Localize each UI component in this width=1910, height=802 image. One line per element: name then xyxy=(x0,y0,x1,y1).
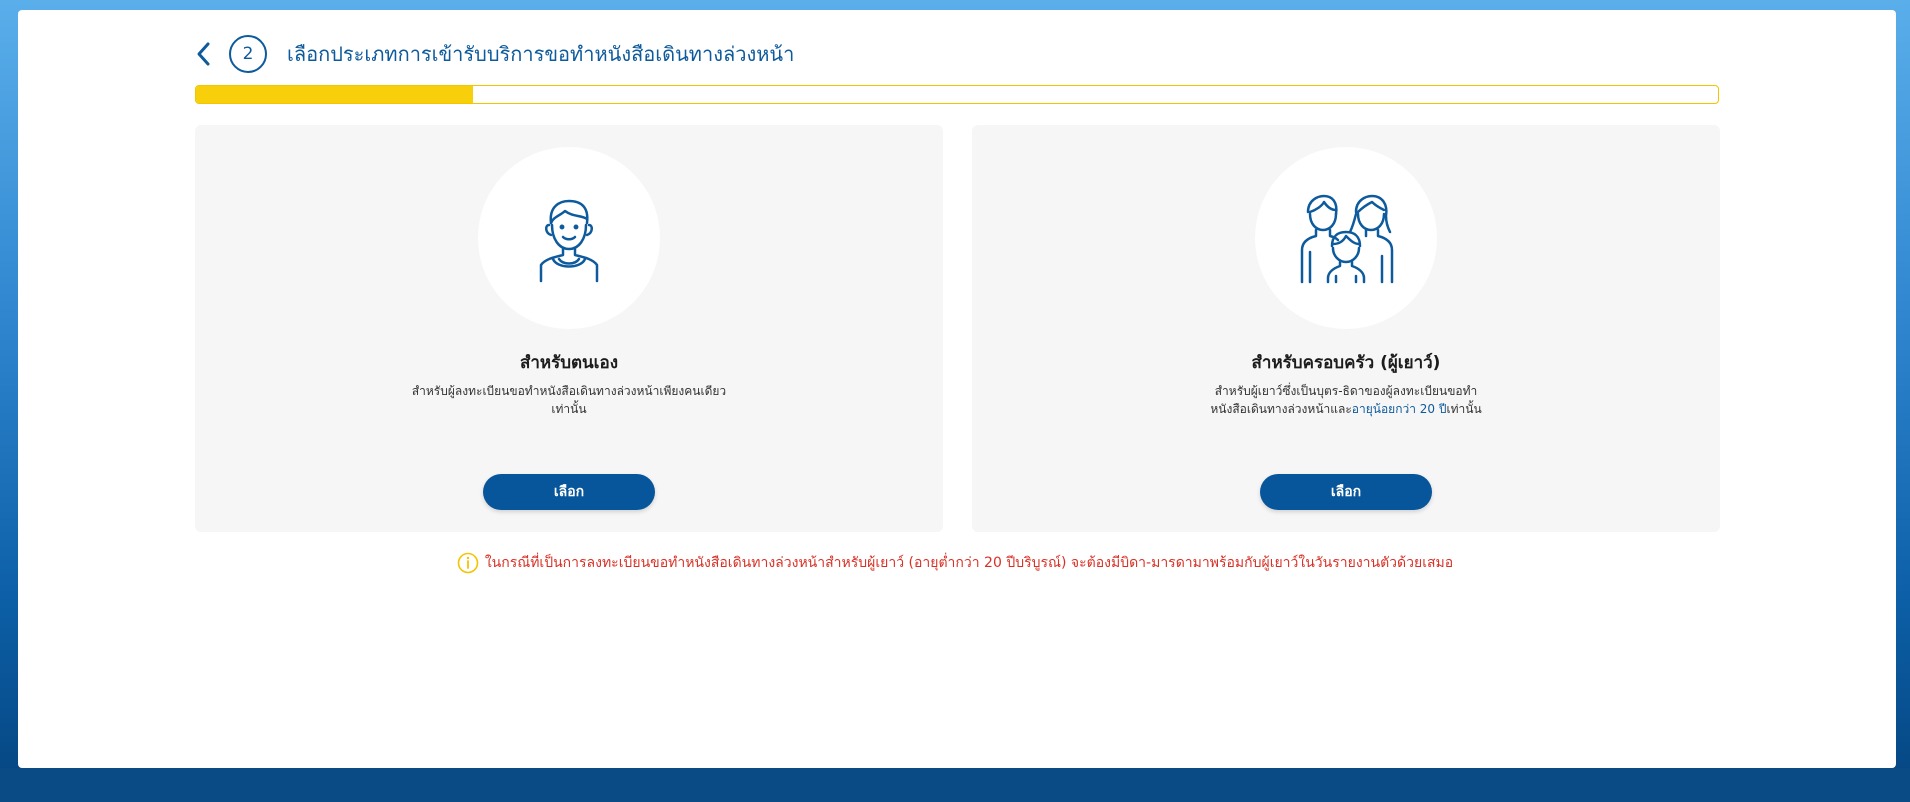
age-highlight: อายุน้อยกว่า 20 ปี xyxy=(1351,402,1447,416)
option-card-family: สำหรับครอบครัว (ผู้เยาว์) สำหรับผู้เยาว์… xyxy=(972,125,1720,532)
footer-bar xyxy=(0,768,1910,802)
card-description: สำหรับผู้เยาว์ซึ่งเป็นบุตร-ธิดาของผู้ลงท… xyxy=(1181,382,1511,418)
page-header: 2 เลือกประเภทการเข้ารับบริการขอทำหนังสือ… xyxy=(195,33,794,75)
step-number: 2 xyxy=(242,44,254,64)
card-description: สำหรับผู้ลงทะเบียนขอทำหนังสือเดินทางล่วง… xyxy=(404,382,734,418)
chevron-left-icon xyxy=(197,42,210,66)
family-icon xyxy=(1300,194,1394,284)
card-title: สำหรับตนเอง xyxy=(519,353,619,373)
back-button[interactable] xyxy=(195,33,221,75)
notice-text: ในกรณีที่เป็นการลงทะเบียนขอทำหนังสือเดิน… xyxy=(484,555,1454,571)
select-self-button[interactable]: เลือก xyxy=(483,474,655,510)
avatar-circle xyxy=(478,147,660,329)
progress-fill xyxy=(196,86,473,103)
page-title: เลือกประเภทการเข้ารับบริการขอทำหนังสือเด… xyxy=(287,42,795,66)
card-description-text: สำหรับผู้ลงทะเบียนขอทำหนังสือเดินทางล่วง… xyxy=(411,384,727,416)
step-indicator: 2 xyxy=(229,35,267,73)
card-description-suffix: เท่านั้น xyxy=(1446,402,1482,416)
card-title: สำหรับครอบครัว (ผู้เยาว์) xyxy=(1251,353,1441,373)
minor-notice: ในกรณีที่เป็นการลงทะเบียนขอทำหนังสือเดิน… xyxy=(0,551,1910,575)
select-family-button[interactable]: เลือก xyxy=(1260,474,1432,510)
progress-bar xyxy=(195,85,1719,104)
info-icon xyxy=(457,552,479,574)
option-card-self: สำหรับตนเอง สำหรับผู้ลงทะเบียนขอทำหนังสื… xyxy=(195,125,943,532)
avatar-circle xyxy=(1255,147,1437,329)
person-icon xyxy=(539,199,599,283)
